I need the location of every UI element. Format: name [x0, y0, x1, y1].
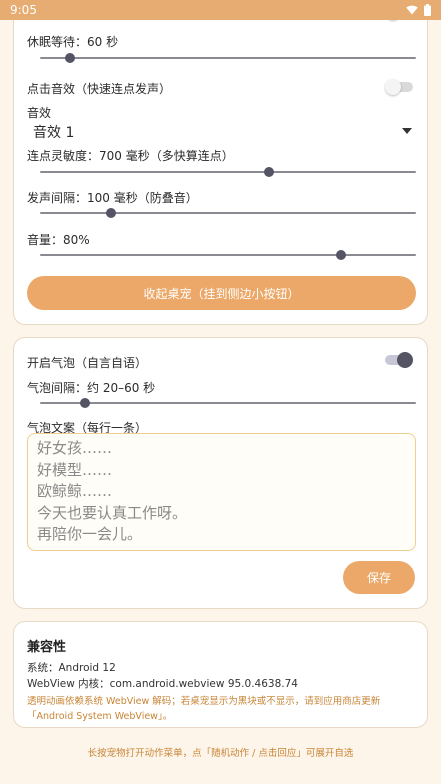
slider-thumb[interactable]: [65, 53, 76, 63]
battery-icon: [424, 4, 431, 16]
volume-slider[interactable]: [40, 248, 416, 262]
webview-info: WebView 内核：com.android.webview 95.0.4638…: [27, 678, 298, 690]
click-sound-label: 点击音效（快速连点发声）: [27, 82, 172, 96]
compat-note: 透明动画依赖系统 WebView 解码；若桌宠显示为黑块或不显示，请到应用商店更…: [27, 696, 381, 722]
sound-selected-value: 音效 1: [33, 125, 75, 141]
bubble-line: 好模型……: [37, 460, 113, 479]
sleep-wait-slider[interactable]: [40, 51, 416, 65]
bubble-line: 好女孩……: [37, 439, 113, 457]
bubble-text-input[interactable]: 好女孩…… 好模型…… 欧鲸鲸…… 今天也要认真工作呀。 再陪你一会儿。: [27, 433, 416, 551]
compatibility-card: 兼容性 系统：Android 12 WebView 内核：com.android…: [13, 621, 428, 728]
status-time: 9:05: [10, 3, 37, 17]
sound-dropdown[interactable]: 音效 1: [27, 119, 416, 143]
status-icons: [406, 4, 431, 16]
collapse-pet-button[interactable]: 收起桌宠（挂到侧边小按钮）: [27, 276, 416, 310]
footer-hint: 长按宠物打开动作菜单，点「随机动作 / 点击回应」可展开自选: [87, 748, 354, 759]
bubble-enable-toggle[interactable]: [385, 352, 413, 368]
sensitivity-label: 连点灵敏度：700 毫秒（多快算连点）: [27, 149, 234, 163]
volume-label: 音量：80%: [27, 233, 90, 247]
sensitivity-slider[interactable]: [40, 165, 416, 179]
compat-title: 兼容性: [27, 640, 67, 655]
bubble-interval-slider[interactable]: [40, 396, 416, 410]
slider-thumb[interactable]: [264, 167, 275, 177]
bubble-interval-label: 气泡间隔：约 20–60 秒: [27, 381, 156, 395]
wifi-icon: [406, 5, 418, 15]
status-bar: 9:05: [0, 0, 441, 20]
system-info: 系统：Android 12: [27, 662, 116, 674]
interval-slider[interactable]: [40, 206, 416, 220]
bubble-line: 再陪你一会儿。: [37, 525, 143, 543]
save-button[interactable]: 保存: [343, 561, 415, 594]
slider-thumb[interactable]: [80, 398, 91, 408]
sleep-wait-label: 休眠等待：60 秒: [27, 35, 119, 49]
bubble-enable-label: 开启气泡（自言自语）: [27, 356, 148, 370]
slider-thumb[interactable]: [106, 208, 117, 218]
dropdown-arrow-icon: [402, 128, 412, 134]
slider-thumb[interactable]: [335, 250, 346, 260]
bubble-settings-card: 开启气泡（自言自语） 气泡间隔：约 20–60 秒 气泡文案（每行一条） 好女孩…: [13, 337, 428, 609]
sound-settings-card: 休眠等待：60 秒 点击音效（快速连点发声） 音效 音效 1 连点灵敏度：700…: [13, 0, 428, 325]
bubble-line: 今天也要认真工作呀。: [37, 503, 188, 522]
bubble-line: 欧鲸鲸……: [37, 482, 113, 500]
click-sound-toggle[interactable]: [385, 79, 413, 95]
interval-label: 发声间隔：100 毫秒（防叠音）: [27, 191, 198, 205]
